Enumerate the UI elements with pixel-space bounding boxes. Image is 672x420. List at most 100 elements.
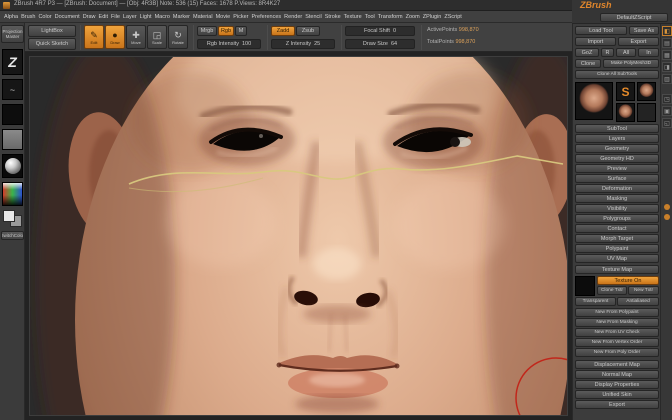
menu-alpha[interactable]: Alpha [4, 11, 18, 22]
primary-color-swatch[interactable] [3, 210, 15, 222]
tray-marker-icon[interactable] [664, 204, 670, 210]
section-contact[interactable]: Contact [575, 224, 659, 233]
menu-texture[interactable]: Texture [344, 11, 362, 22]
texture-map-thumbnail[interactable] [575, 276, 595, 296]
antialiased-button[interactable]: Antialiased [617, 297, 659, 306]
goz-r-button[interactable]: R [601, 48, 614, 57]
menu-file[interactable]: File [111, 11, 120, 22]
new-from-poly-order-button[interactable]: New From Poly Order [575, 348, 659, 357]
quick-pick-empty[interactable] [637, 103, 656, 122]
quick-sketch-button[interactable]: Quick Sketch [28, 38, 76, 50]
tray-marker-icon[interactable] [664, 214, 670, 220]
load-tool-button[interactable]: Load Tool [575, 26, 627, 35]
menu-transform[interactable]: Transform [378, 11, 403, 22]
new-from-polypaint-button[interactable]: New From Polypaint [575, 308, 659, 317]
section-preview[interactable]: Preview [575, 164, 659, 173]
zadd-button[interactable]: Zadd [271, 26, 295, 36]
texture-thumbnail[interactable] [2, 129, 23, 150]
mrgb-button[interactable]: Mrgb [197, 26, 217, 36]
import-button[interactable]: Import [575, 37, 616, 46]
goz-button[interactable]: GoZ [575, 48, 599, 57]
tray-layers-icon[interactable]: ▣ [662, 106, 672, 116]
clone-all-subtools-button[interactable]: Clone All SubTools [575, 70, 659, 79]
current-brush-thumbnail[interactable]: Z [2, 49, 23, 75]
section-subtool[interactable]: SubTool [575, 124, 659, 133]
section-uv-map[interactable]: UV Map [575, 254, 659, 263]
menu-movie[interactable]: Movie [216, 11, 231, 22]
quick-pick-simplebrush[interactable]: S [616, 82, 635, 101]
tray-material-icon[interactable]: ▥ [662, 74, 672, 84]
menu-brush[interactable]: Brush [21, 11, 35, 22]
tray-brush-icon[interactable]: ◧ [662, 26, 672, 36]
make-polymesh3d-button[interactable]: Make PolyMesh3D [603, 59, 659, 68]
menu-render[interactable]: Render [284, 11, 302, 22]
section-surface[interactable]: Surface [575, 174, 659, 183]
edit-mode-button[interactable]: ✎ Edit [84, 25, 104, 49]
lightbox-button[interactable]: LightBox [28, 25, 76, 37]
section-morph-target[interactable]: Morph Target [575, 234, 659, 243]
material-thumbnail[interactable] [2, 154, 23, 178]
tray-tool-icon[interactable]: ◳ [662, 94, 672, 104]
menu-document[interactable]: Document [55, 11, 80, 22]
section-visibility[interactable]: Visibility [575, 204, 659, 213]
section-unified-skin[interactable]: Unified Skin [575, 390, 659, 399]
quick-pick-head-1[interactable] [637, 82, 656, 101]
z-intensity-slider[interactable]: Z Intensity 25 [271, 39, 335, 49]
menu-stroke[interactable]: Stroke [325, 11, 341, 22]
menu-stencil[interactable]: Stencil [305, 11, 322, 22]
export-button[interactable]: Export [618, 37, 659, 46]
menu-picker[interactable]: Picker [233, 11, 248, 22]
move-mode-button[interactable]: ✚ Move [126, 25, 146, 49]
scale-mode-button[interactable]: ◲ Scale [147, 25, 167, 49]
new-txtr-button[interactable]: New Txtr [628, 286, 659, 295]
menu-layer[interactable]: Layer [123, 11, 137, 22]
menu-tool[interactable]: Tool [365, 11, 375, 22]
rotate-mode-button[interactable]: ↻ Rotate [168, 25, 188, 49]
canvas[interactable] [25, 52, 572, 420]
clone-button[interactable]: Clone [575, 59, 601, 68]
tray-stroke-icon[interactable]: ▤ [662, 38, 672, 48]
clone-txtr-button[interactable]: Clone Txtr [597, 286, 627, 295]
section-export[interactable]: Export [575, 400, 659, 409]
section-texture-map[interactable]: Texture Map [575, 265, 659, 274]
menu-draw[interactable]: Draw [83, 11, 96, 22]
tray-alpha-icon[interactable]: ▦ [662, 50, 672, 60]
texture-on-button[interactable]: Texture On [597, 276, 659, 285]
section-layers[interactable]: Layers [575, 134, 659, 143]
current-tool-thumbnail[interactable] [575, 82, 613, 120]
quick-pick-head-2[interactable] [616, 103, 635, 122]
projection-master-button[interactable]: Projection Master [1, 25, 24, 43]
goz-all-button[interactable]: All [616, 48, 636, 57]
section-displacement-map[interactable]: Displacement Map [575, 360, 659, 369]
section-display-properties[interactable]: Display Properties [575, 380, 659, 389]
color-swatches[interactable] [2, 210, 23, 228]
new-from-vertex-order-button[interactable]: New From Vertex Order [575, 338, 659, 347]
menu-color[interactable]: Color [38, 11, 51, 22]
menu-marker[interactable]: Marker [173, 11, 190, 22]
draw-mode-button[interactable]: ● Draw [105, 25, 125, 49]
menu-light[interactable]: Light [140, 11, 152, 22]
menu-zoom[interactable]: Zoom [406, 11, 420, 22]
menu-zplugin[interactable]: ZPlugin [423, 11, 442, 22]
section-deformation[interactable]: Deformation [575, 184, 659, 193]
tray-texture-icon[interactable]: ◨ [662, 62, 672, 72]
switch-color-button[interactable]: SwitchColor [1, 231, 24, 240]
draw-size-slider[interactable]: Draw Size 64 [345, 39, 415, 49]
section-polygroups[interactable]: Polygroups [575, 214, 659, 223]
goz-in-button[interactable]: In [638, 48, 659, 57]
menu-preferences[interactable]: Preferences [252, 11, 282, 22]
menu-material[interactable]: Material [193, 11, 213, 22]
menu-macro[interactable]: Macro [155, 11, 170, 22]
section-polypaint[interactable]: Polypaint [575, 244, 659, 253]
save-as-button[interactable]: Save As [629, 26, 659, 35]
stroke-thumbnail[interactable]: ~ [2, 79, 23, 100]
section-geometry[interactable]: Geometry [575, 144, 659, 153]
zsub-button[interactable]: Zsub [296, 26, 320, 36]
section-masking[interactable]: Masking [575, 194, 659, 203]
transparent-button[interactable]: Transparent [575, 297, 616, 306]
new-from-uv-check-button[interactable]: New From UV Check [575, 328, 659, 337]
rgb-button[interactable]: Rgb [218, 26, 234, 36]
section-geometry-hd[interactable]: Geometry HD [575, 154, 659, 163]
tray-settings-icon[interactable]: ◱ [662, 118, 672, 128]
default-zscript-button[interactable]: DefaultZScript [600, 13, 668, 22]
